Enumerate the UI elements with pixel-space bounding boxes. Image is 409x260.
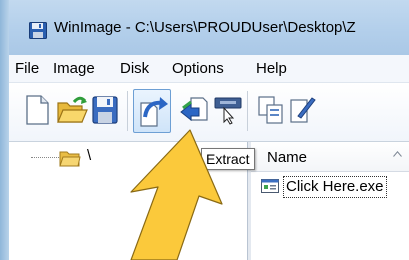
new-icon bbox=[26, 95, 49, 125]
menu-bar: File Image Disk Options Help bbox=[9, 55, 409, 83]
save-icon bbox=[92, 96, 118, 124]
menu-image[interactable]: Image bbox=[53, 60, 95, 77]
menu-help[interactable]: Help bbox=[256, 60, 287, 77]
toolbar-separator bbox=[127, 91, 128, 131]
menu-disk[interactable]: Disk bbox=[120, 60, 149, 77]
read-disk-icon bbox=[214, 97, 242, 125]
window-frame-left bbox=[0, 0, 9, 260]
window-title: WinImage - C:\Users\PROUDUser\Desktop\Z bbox=[54, 19, 356, 36]
title-bar[interactable]: WinImage - C:\Users\PROUDUser\Desktop\Z bbox=[9, 0, 409, 55]
file-list: Name Click Here.exe bbox=[251, 142, 409, 260]
list-item[interactable]: Click Here.exe bbox=[261, 176, 401, 198]
disk-icon bbox=[29, 22, 47, 39]
folder-icon bbox=[59, 148, 81, 173]
tree-connector bbox=[31, 157, 61, 159]
edit-button[interactable] bbox=[285, 89, 323, 133]
menu-file[interactable]: File bbox=[15, 60, 39, 77]
copy-icon bbox=[258, 96, 283, 124]
winimage-window: WinImage - C:\Users\PROUDUser\Desktop\Z … bbox=[0, 0, 409, 260]
menu-options[interactable]: Options bbox=[172, 60, 224, 77]
column-header-name[interactable]: Name bbox=[251, 142, 409, 172]
sort-ascending-icon bbox=[393, 144, 402, 162]
inject-icon bbox=[180, 97, 208, 122]
extract-icon bbox=[140, 97, 168, 127]
edit-icon bbox=[290, 97, 316, 123]
tree-root-label[interactable]: \ bbox=[87, 147, 91, 164]
open-folder-icon bbox=[57, 96, 88, 123]
callout-arrow-icon bbox=[130, 129, 223, 260]
file-name: Click Here.exe bbox=[283, 176, 387, 198]
column-header-label: Name bbox=[267, 149, 308, 166]
exe-file-icon bbox=[261, 179, 279, 198]
new-button[interactable] bbox=[19, 89, 57, 133]
toolbar-separator-2 bbox=[247, 91, 248, 131]
open-button[interactable] bbox=[53, 89, 91, 133]
